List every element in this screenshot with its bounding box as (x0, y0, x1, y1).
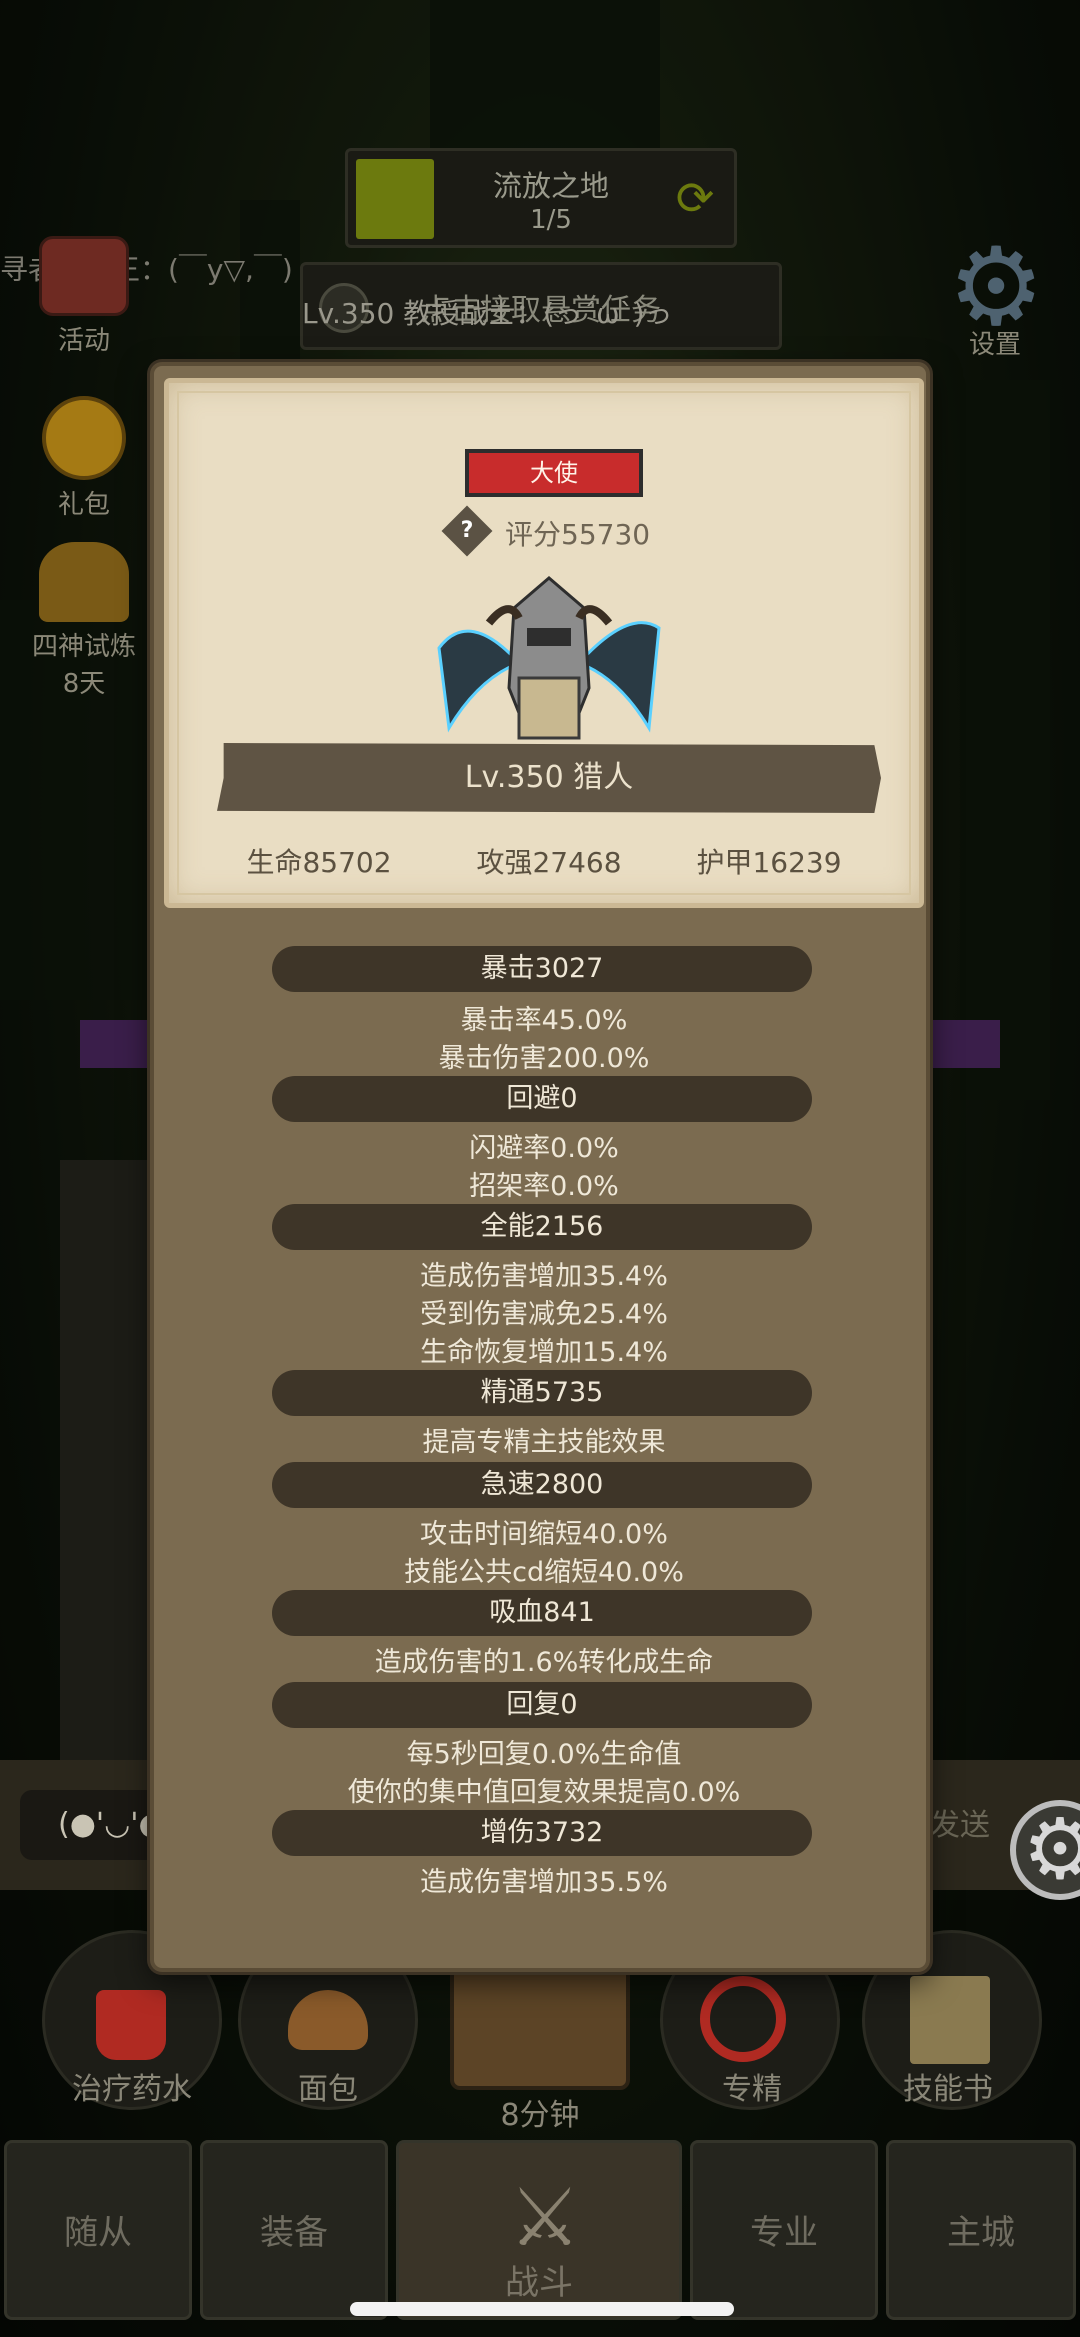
zone-progress-count: 1/5 (530, 205, 572, 235)
skill-book-label: 技能书 (903, 2072, 993, 2107)
attr-parry-rate: 招架率0.0% (469, 1171, 619, 1202)
skill-book-icon (910, 1976, 990, 2064)
attr-attack-time: 攻击时间缩短40.0% (420, 1519, 668, 1550)
event-chest-icon (39, 236, 129, 316)
gift-pack-icon (42, 396, 126, 480)
four-gods-trial-button[interactable]: 四神试炼 8天 (4, 542, 164, 700)
stat-hp: 生命85702 (246, 846, 392, 879)
spec-label: 专精 (722, 2072, 782, 2107)
attr-heal-increase: 生命恢复增加15.4% (420, 1337, 668, 1368)
help-icon[interactable]: ? (441, 505, 493, 557)
game-screen: 流放之地 1/5 ⟳ 点击接取悬赏任务 寻者火车王：(￣y▽,￣) Lv.350… (0, 0, 1080, 2337)
spec-icon (700, 1976, 786, 2062)
tab-battle-label: 战斗 (505, 2263, 573, 2303)
tab-equipment[interactable]: 装备 (200, 2140, 388, 2320)
gift-pack-label: 礼包 (57, 490, 110, 520)
four-gods-trial-days: 8天 (62, 669, 106, 699)
bread-label: 面包 (298, 2072, 358, 2107)
refresh-icon[interactable]: ⟳ (666, 167, 724, 229)
zone-progress-fill (356, 159, 434, 239)
tab-battle[interactable]: ⚔ 战斗 (396, 2140, 682, 2320)
attr-damage-reduction: 受到伤害减免25.4% (420, 1299, 668, 1330)
four-gods-trial-icon (39, 542, 129, 622)
zone-progress-bar[interactable]: 流放之地 1/5 ⟳ (345, 148, 737, 248)
potion-label: 治疗药水 (72, 2072, 192, 2107)
attr-avoidance-header: 回避0 (272, 1076, 812, 1122)
attr-dodge-rate: 闪避率0.0% (469, 1133, 619, 1164)
chest-timer-label: 8分钟 (500, 2098, 580, 2133)
attr-regen-effect: 每5秒回复0.0%生命值 (406, 1739, 682, 1770)
attr-leech-effect: 造成伤害的1.6%转化成生命 (374, 1647, 714, 1678)
attr-damage-bonus-header: 增伤3732 (272, 1810, 812, 1856)
event-label: 活动 (57, 326, 110, 356)
attr-mastery-effect: 提高专精主技能效果 (422, 1427, 666, 1458)
attr-versatility-header: 全能2156 (272, 1204, 812, 1250)
tab-main-city[interactable]: 主城 (886, 2140, 1076, 2320)
equipment-slots-bg (60, 1160, 150, 1760)
attr-damage-increase: 造成伤害增加35.4% (420, 1261, 668, 1292)
stat-armor: 护甲16239 (696, 846, 842, 879)
attr-damage-bonus-effect: 造成伤害增加35.5% (420, 1867, 668, 1898)
potion-icon (96, 1990, 166, 2060)
settings-label: 设置 (968, 330, 1021, 360)
character-name-banner: Lv.350 猎人 (217, 743, 881, 813)
event-button[interactable]: 活动 (4, 236, 164, 357)
gift-pack-button[interactable]: 礼包 (4, 396, 164, 521)
attr-global-cd: 技能公共cd缩短40.0% (404, 1557, 684, 1588)
rank-badge: 大使 (465, 449, 643, 497)
score-text: 评分55730 (505, 518, 651, 551)
attr-haste-header: 急速2800 (272, 1462, 812, 1508)
zone-title: 流放之地 (492, 169, 609, 203)
attr-crit-damage: 暴击伤害200.0% (438, 1043, 650, 1074)
stat-attack: 攻强27468 (476, 846, 622, 879)
four-gods-trial-label: 四神试炼 (31, 632, 136, 662)
attr-regen-header: 回复0 (272, 1682, 812, 1728)
hunter-portrait (437, 576, 661, 740)
character-card: 大使 ? 评分55730 Lv.350 猎人 生命85702 攻强27468 护… (164, 378, 924, 908)
attr-crit-rate: 暴击率45.0% (460, 1005, 628, 1036)
tab-followers[interactable]: 随从 (4, 2140, 192, 2320)
crossed-swords-icon: ⚔ (509, 2171, 581, 2264)
tab-profession[interactable]: 专业 (690, 2140, 878, 2320)
attr-crit-header: 暴击3027 (272, 946, 812, 992)
attr-mastery-header: 精通5735 (272, 1370, 812, 1416)
chat-input[interactable]: (●'◡'● (20, 1790, 170, 1860)
score-row: ? 评分55730 (441, 505, 709, 557)
send-button[interactable]: 发送 (930, 1800, 990, 1850)
attr-leech-header: 吸血841 (272, 1590, 812, 1636)
chat-message: Lv.350 教授战士：(っ´ω`)っ (302, 297, 673, 330)
home-indicator[interactable] (350, 2302, 734, 2316)
character-detail-modal: 大使 ? 评分55730 Lv.350 猎人 生命85702 攻强27468 护… (150, 362, 930, 1972)
attr-focus-regen: 使你的集中值回复效果提高0.0% (347, 1777, 741, 1808)
treasure-chest-icon[interactable] (450, 1960, 630, 2090)
